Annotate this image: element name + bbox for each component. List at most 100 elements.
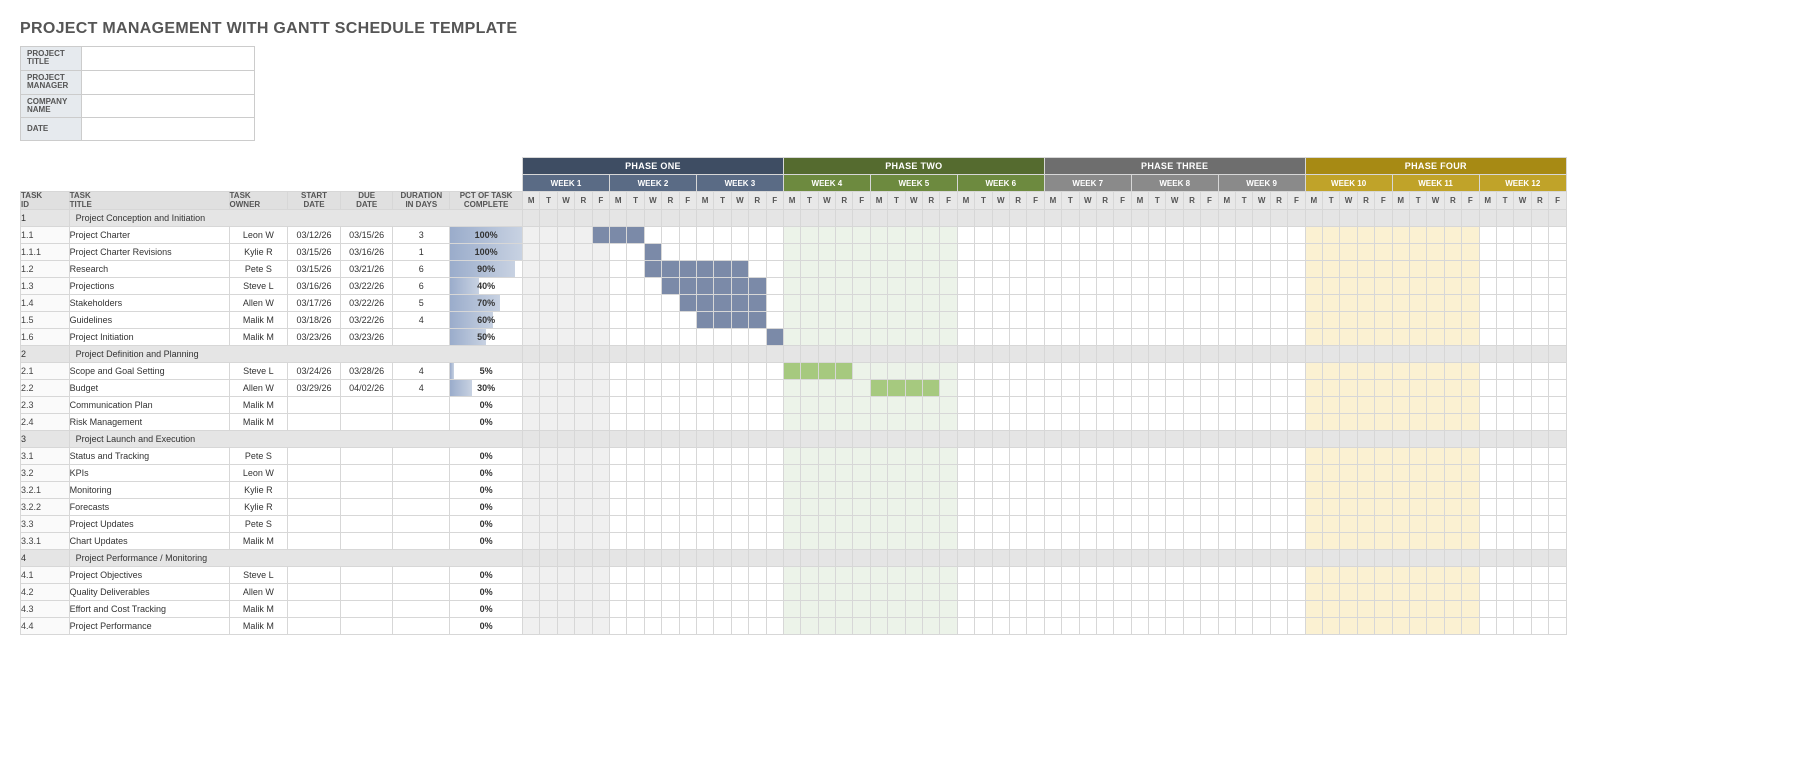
gantt-cell [1201, 227, 1218, 244]
gantt-cell [1531, 414, 1548, 431]
gantt-cell [801, 618, 818, 635]
gantt-cell [1201, 499, 1218, 516]
task-due: 03/22/26 [340, 312, 393, 329]
gantt-cell [1253, 414, 1270, 431]
gantt-cell [1288, 363, 1305, 380]
meta-value[interactable] [82, 47, 255, 71]
dow-cell: W [1166, 192, 1183, 210]
gantt-cell [1236, 329, 1253, 346]
gantt-cell [575, 584, 592, 601]
gantt-cell [783, 618, 800, 635]
dow-cell: M [523, 192, 540, 210]
task-id: 3 [21, 431, 70, 448]
task-due: 03/21/26 [340, 261, 393, 278]
gantt-cell [836, 346, 853, 363]
gantt-cell [905, 448, 922, 465]
gantt-cell [801, 414, 818, 431]
gantt-cell [679, 482, 696, 499]
gantt-cell [749, 244, 766, 261]
col-duration: DURATIONIN DAYS [393, 192, 450, 210]
gantt-cell [1496, 567, 1513, 584]
task-title: Project Updates [69, 516, 229, 533]
gantt-cell [1166, 261, 1183, 278]
dow-cell: W [731, 192, 748, 210]
gantt-cell [679, 465, 696, 482]
meta-label: PROJECTTITLE [21, 47, 82, 71]
gantt-cell [1462, 210, 1479, 227]
gantt-cell [975, 363, 992, 380]
dow-cell: M [957, 192, 974, 210]
gantt-cell [1009, 210, 1026, 227]
gantt-cell [766, 380, 783, 397]
task-due: 03/22/26 [340, 278, 393, 295]
gantt-cell [1009, 227, 1026, 244]
gantt-cell [783, 397, 800, 414]
gantt-cell [609, 431, 626, 448]
gantt-cell [957, 380, 974, 397]
gantt-cell [1062, 329, 1079, 346]
gantt-cell [714, 533, 731, 550]
gantt-cell [1357, 210, 1374, 227]
gantt-cell [923, 346, 940, 363]
gantt-cell [1201, 346, 1218, 363]
gantt-cell [783, 533, 800, 550]
gantt-cell [1305, 601, 1322, 618]
task-id: 1.4 [21, 295, 70, 312]
gantt-cell [1462, 363, 1479, 380]
week-header: WEEK 5 [870, 175, 957, 192]
gantt-cell [1357, 482, 1374, 499]
gantt-cell [1027, 346, 1044, 363]
gantt-cell [1183, 227, 1200, 244]
gantt-cell [992, 482, 1009, 499]
task-dur [393, 482, 450, 499]
gantt-cell [1270, 244, 1287, 261]
gantt-cell [1479, 397, 1496, 414]
gantt-cell [1253, 210, 1270, 227]
task-pct: 70% [450, 295, 523, 312]
task-owner: Malik M [229, 414, 288, 431]
gantt-cell [1514, 618, 1531, 635]
gantt-cell [1375, 414, 1392, 431]
gantt-cell [1009, 448, 1026, 465]
dow-cell: R [1096, 192, 1113, 210]
gantt-cell [1062, 482, 1079, 499]
gantt-cell [714, 601, 731, 618]
gantt-cell [1096, 448, 1113, 465]
meta-value[interactable] [82, 118, 255, 141]
gantt-cell [557, 278, 574, 295]
gantt-cell [1496, 210, 1513, 227]
gantt-cell [696, 550, 713, 567]
meta-value[interactable] [82, 94, 255, 118]
gantt-cell [627, 448, 644, 465]
task-due [340, 533, 393, 550]
gantt-cell [679, 618, 696, 635]
gantt-cell [592, 482, 609, 499]
gantt-cell [818, 210, 835, 227]
gantt-cell [818, 533, 835, 550]
gantt-cell [1027, 448, 1044, 465]
gantt-cell [540, 380, 557, 397]
gantt-cell [644, 329, 661, 346]
gantt-cell [644, 363, 661, 380]
gantt-cell [905, 210, 922, 227]
gantt-cell [1479, 312, 1496, 329]
gantt-cell [1027, 567, 1044, 584]
gantt-cell [1323, 601, 1340, 618]
gantt-cell [818, 567, 835, 584]
gantt-cell [905, 465, 922, 482]
gantt-cell [818, 482, 835, 499]
gantt-cell [957, 329, 974, 346]
gantt-cell [1427, 618, 1444, 635]
task-owner: Steve L [229, 567, 288, 584]
gantt-cell [731, 448, 748, 465]
meta-value[interactable] [82, 70, 255, 94]
gantt-cell [749, 618, 766, 635]
gantt-cell [1114, 210, 1131, 227]
gantt-cell [1201, 295, 1218, 312]
gantt-cell [662, 312, 679, 329]
week-header: WEEK 7 [1044, 175, 1131, 192]
gantt-cell [1427, 329, 1444, 346]
gantt-cell [523, 482, 540, 499]
gantt-cell [1340, 278, 1357, 295]
gantt-cell [1514, 465, 1531, 482]
